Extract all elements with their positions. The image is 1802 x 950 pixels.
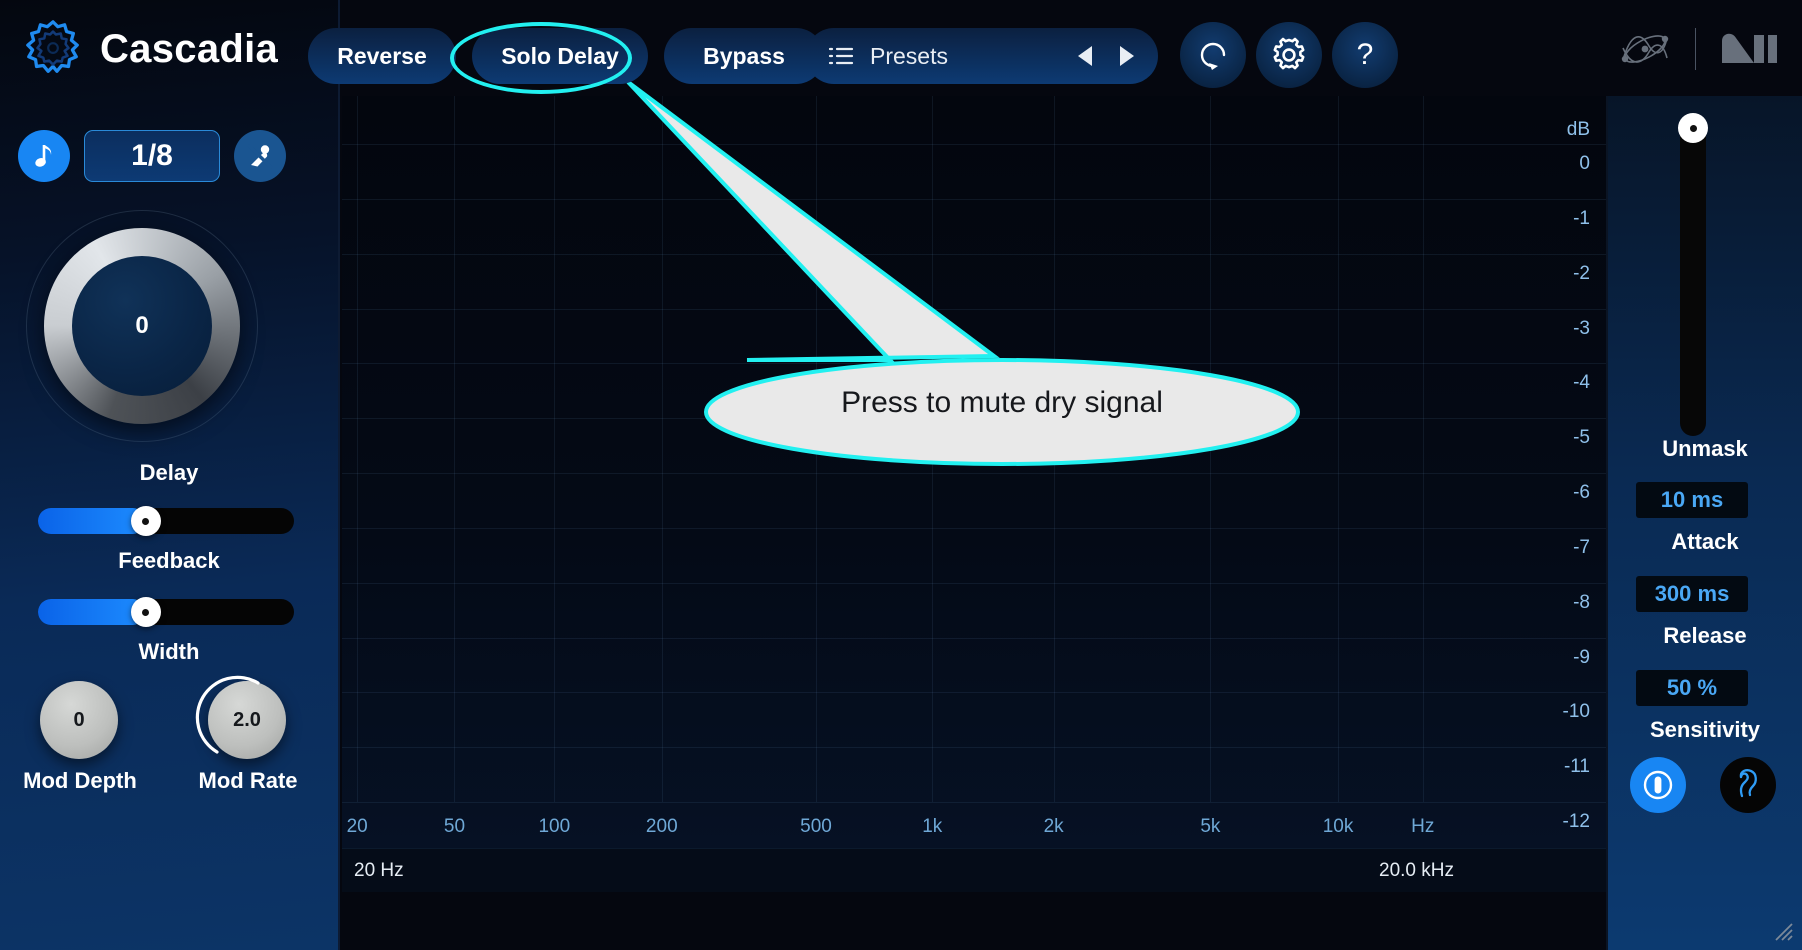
reverse-button[interactable]: Reverse bbox=[308, 28, 456, 84]
feedback-slider-thumb[interactable] bbox=[130, 506, 161, 536]
db-axis: dB 0 -1 -2 -3 -4 -5 -6 -7 -8 -9 -10 -11 -12 bbox=[1530, 96, 1600, 892]
waveform-logo-icon bbox=[1621, 35, 1669, 63]
gear-icon bbox=[1273, 37, 1305, 70]
feedback-slider[interactable] bbox=[38, 506, 294, 536]
native-instruments-branding bbox=[1615, 26, 1780, 72]
sync-row: 1/8 bbox=[18, 130, 286, 182]
listen-button[interactable] bbox=[1720, 757, 1776, 813]
frequency-tick-label: 2k bbox=[1043, 816, 1064, 837]
frequency-tick-label: 200 bbox=[645, 816, 678, 837]
cascadia-logo-icon bbox=[26, 20, 79, 73]
width-slider-thumb[interactable] bbox=[130, 597, 161, 627]
top-toolbar: Reverse Solo Delay Bypass Presets ? bbox=[308, 0, 1802, 96]
db-tick-label: -7 bbox=[1573, 536, 1590, 558]
delay-division-field[interactable]: 1/8 bbox=[84, 130, 220, 182]
eighth-note-icon bbox=[35, 145, 52, 167]
unmask-label: Unmask bbox=[1662, 436, 1748, 461]
db-tick-label: -2 bbox=[1573, 262, 1590, 284]
list-icon bbox=[828, 47, 854, 65]
attack-label: Attack bbox=[1671, 529, 1739, 554]
reset-icon bbox=[1200, 42, 1226, 70]
note-sync-button[interactable] bbox=[18, 130, 70, 182]
reset-button[interactable] bbox=[1180, 22, 1246, 88]
ping-pong-icon bbox=[246, 143, 274, 170]
release-value[interactable]: 300 ms bbox=[1636, 576, 1748, 612]
db-tick-label: -8 bbox=[1573, 591, 1590, 613]
db-tick-label: -5 bbox=[1573, 427, 1590, 449]
resize-grip-icon[interactable] bbox=[1772, 920, 1794, 942]
frequency-tick-label: 10k bbox=[1322, 816, 1354, 837]
release-label: Release bbox=[1663, 623, 1747, 648]
sensitivity-label: Sensitivity bbox=[1649, 717, 1761, 742]
db-tick-label: -11 bbox=[1563, 756, 1590, 778]
db-tick-label: -3 bbox=[1573, 317, 1590, 339]
preset-next-button[interactable] bbox=[1116, 43, 1138, 69]
db-axis-title: dB bbox=[1566, 119, 1590, 140]
solo-delay-button[interactable]: Solo Delay bbox=[472, 28, 648, 84]
delay-label: Delay bbox=[139, 460, 199, 485]
spectrum-display[interactable]: dB 0 -1 -2 -3 -4 -5 -6 -7 -8 -9 -10 -11 -12 20 50 100 20… bbox=[342, 96, 1606, 892]
ping-pong-button[interactable] bbox=[234, 130, 286, 182]
question-mark-icon: ? bbox=[1357, 38, 1374, 71]
width-slider-fill bbox=[38, 599, 146, 625]
plugin-window: Cascadia 1/8 0 Delay Feedback Width 0 2.… bbox=[0, 0, 1802, 950]
right-panel: Unmask 10 ms Attack 300 ms Release 50 % … bbox=[1606, 96, 1802, 950]
width-slider[interactable] bbox=[38, 597, 294, 627]
frequency-tick-label: 1k bbox=[922, 816, 943, 837]
power-button[interactable] bbox=[1630, 757, 1686, 813]
power-toggle-icon bbox=[1643, 770, 1673, 800]
frequency-tick-label: Hz bbox=[1411, 816, 1435, 837]
feedback-label: Feedback bbox=[118, 548, 220, 573]
left-sidebar: Cascadia 1/8 0 Delay Feedback Width 0 2.… bbox=[0, 0, 340, 950]
feedback-slider-fill bbox=[38, 508, 146, 534]
help-button[interactable]: ? bbox=[1332, 22, 1398, 88]
mod-rate-knob[interactable]: 2.0 bbox=[208, 681, 286, 759]
unmask-slider[interactable] bbox=[1680, 118, 1706, 436]
preset-prev-button[interactable] bbox=[1074, 43, 1096, 69]
delay-knob-value: 0 bbox=[72, 256, 212, 396]
db-tick-label: -6 bbox=[1573, 482, 1590, 503]
mod-rate-label: Mod Rate bbox=[198, 768, 298, 793]
db-tick-label: -10 bbox=[1562, 701, 1590, 723]
svg-text:?: ? bbox=[1357, 38, 1374, 71]
freq-high-label: 20.0 kHz bbox=[1379, 860, 1454, 881]
db-tick-label: -4 bbox=[1573, 372, 1590, 394]
tooltip-text: Press to mute dry signal bbox=[841, 386, 1163, 419]
unmask-slider-thumb[interactable] bbox=[1678, 113, 1708, 143]
db-tick-label: -9 bbox=[1573, 646, 1590, 668]
brand-name: Cascadia bbox=[100, 26, 279, 71]
spectrum-grid bbox=[342, 96, 1606, 892]
logo-divider bbox=[1695, 28, 1696, 70]
brand: Cascadia bbox=[22, 18, 278, 80]
frequency-axis: 20 50 100 200 500 1k 2k 5k 10k Hz bbox=[342, 816, 1606, 846]
attack-value[interactable]: 10 ms bbox=[1636, 482, 1748, 518]
frequency-tick-label: 20 bbox=[346, 816, 368, 837]
delay-knob[interactable]: 0 bbox=[26, 210, 258, 442]
width-label: Width bbox=[138, 639, 200, 664]
ear-listen-icon bbox=[1739, 769, 1757, 798]
sensitivity-value[interactable]: 50 % bbox=[1636, 670, 1748, 706]
native-instruments-logo-icon bbox=[1722, 33, 1777, 63]
frequency-tick-label: 500 bbox=[800, 816, 832, 837]
settings-button[interactable] bbox=[1256, 22, 1322, 88]
frequency-range-bar: 20 Hz 20.0 kHz bbox=[342, 848, 1606, 892]
mod-depth-label: Mod Depth bbox=[23, 768, 137, 793]
presets-selector[interactable]: Presets bbox=[806, 28, 1158, 84]
db-tick-label: 0 bbox=[1579, 153, 1590, 174]
bypass-button[interactable]: Bypass bbox=[664, 28, 824, 84]
mod-depth-knob[interactable]: 0 bbox=[40, 681, 118, 759]
presets-label: Presets bbox=[870, 42, 948, 69]
frequency-tick-label: 5k bbox=[1200, 816, 1221, 837]
frequency-tick-label: 100 bbox=[538, 816, 571, 837]
db-tick-label: -1 bbox=[1573, 207, 1590, 229]
frequency-tick-label: 50 bbox=[443, 816, 466, 837]
freq-low-label: 20 Hz bbox=[354, 860, 404, 881]
